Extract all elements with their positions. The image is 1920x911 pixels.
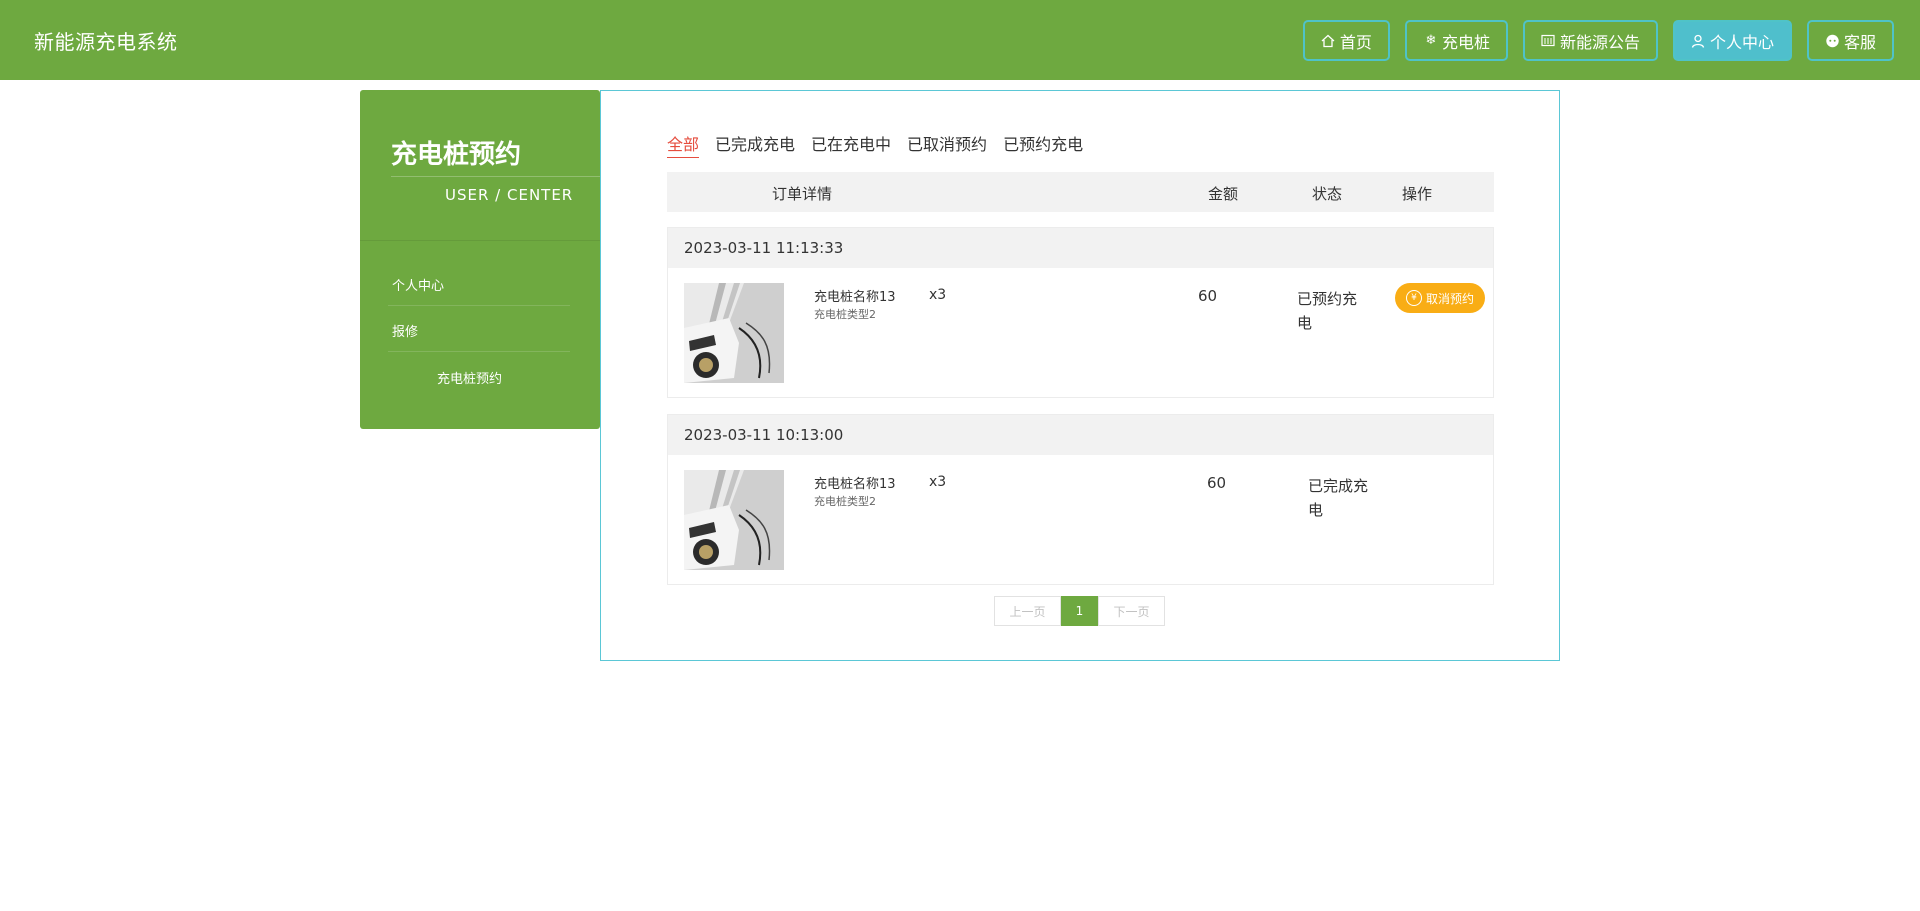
- charger-type: 充电桩类型2: [814, 495, 876, 508]
- order-header: 2023-03-11 10:13:00: [668, 415, 1493, 455]
- next-page-button[interactable]: 下一页: [1098, 596, 1165, 626]
- sidebar: 充电桩预约 USER / CENTER 个人中心 报修 充电桩预约: [360, 90, 600, 429]
- header-amount: 金额: [1208, 185, 1239, 203]
- tab-reserved[interactable]: 已预约充电: [1003, 131, 1083, 158]
- charger-name: 充电桩名称13: [814, 290, 896, 305]
- order-amount: 60: [1207, 474, 1227, 492]
- cancel-reservation-button[interactable]: ¥ 取消预约: [1395, 283, 1485, 313]
- order-card: 2023-03-11 11:13:33 充电桩名称13 充电桩类型2 x3 60…: [667, 227, 1494, 398]
- snowflake-icon: ❄: [1425, 33, 1437, 48]
- header-status: 状态: [1312, 185, 1343, 203]
- tab-cancelled[interactable]: 已取消预约: [907, 131, 987, 158]
- tab-completed[interactable]: 已完成充电: [715, 131, 795, 158]
- header-action: 操作: [1402, 185, 1433, 203]
- order-quantity: x3: [929, 287, 947, 303]
- yen-icon: ¥: [1405, 290, 1422, 306]
- chat-icon: [1825, 34, 1841, 48]
- main-nav: 首页 ❄ 充电桩 新能源公告 个人中心 客服: [1302, 20, 1894, 61]
- pagination: 上一页 1 下一页: [994, 596, 1165, 626]
- nav-chargers-button[interactable]: ❄ 充电桩: [1404, 20, 1508, 61]
- charger-thumbnail[interactable]: [684, 283, 784, 383]
- sidebar-title: 充电桩预约: [391, 140, 522, 170]
- sidebar-divider: [360, 240, 600, 241]
- order-card: 2023-03-11 10:13:00 充电桩名称13 充电桩类型2 x3 60…: [667, 414, 1494, 585]
- status-tabs: 全部 已完成充电 已在充电中 已取消预约 已预约充电: [667, 131, 1083, 158]
- nav-user-center-button[interactable]: 个人中心: [1672, 20, 1792, 61]
- sidebar-item-reservation[interactable]: 充电桩预约: [437, 368, 502, 387]
- order-amount: 60: [1198, 287, 1218, 305]
- header-detail: 订单详情: [772, 185, 833, 203]
- home-icon: [1321, 34, 1337, 48]
- sidebar-item-divider: [388, 351, 570, 352]
- charger-name: 充电桩名称13: [814, 477, 896, 492]
- prev-page-button[interactable]: 上一页: [994, 596, 1061, 626]
- nav-home-button[interactable]: 首页: [1302, 20, 1390, 61]
- tab-all[interactable]: 全部: [667, 131, 700, 158]
- table-header: 订单详情 金额 状态 操作: [667, 172, 1494, 212]
- top-bar: 新能源充电系统 首页 ❄ 充电桩 新能源公告 个人中心 客服: [0, 0, 1920, 80]
- order-status: 已完成充电: [1308, 477, 1369, 519]
- nav-announcements-button[interactable]: 新能源公告: [1522, 20, 1658, 61]
- site-brand[interactable]: 新能源充电系统: [34, 26, 178, 55]
- sidebar-subtitle: USER / CENTER: [445, 186, 574, 204]
- order-time: 2023-03-11 10:13:00: [684, 426, 844, 444]
- order-status: 已预约充电: [1297, 290, 1358, 332]
- sidebar-item-user-center[interactable]: 个人中心: [392, 275, 444, 294]
- charger-thumbnail[interactable]: [684, 470, 784, 570]
- user-icon: [1691, 34, 1707, 48]
- charger-type: 充电桩类型2: [814, 308, 876, 321]
- nav-customer-service-button[interactable]: 客服: [1806, 20, 1894, 61]
- sidebar-title-divider: [391, 176, 600, 177]
- sidebar-item-divider: [388, 305, 570, 306]
- page-number-button[interactable]: 1: [1061, 596, 1098, 626]
- order-time: 2023-03-11 11:13:33: [684, 239, 844, 257]
- order-quantity: x3: [929, 474, 947, 490]
- sidebar-item-repair[interactable]: 报修: [392, 321, 418, 340]
- tab-charging[interactable]: 已在充电中: [811, 131, 891, 158]
- order-header: 2023-03-11 11:13:33: [668, 228, 1493, 268]
- orders-panel: 全部 已完成充电 已在充电中 已取消预约 已预约充电 订单详情 金额 状态 操作…: [600, 90, 1560, 661]
- newspaper-icon: [1541, 34, 1557, 47]
